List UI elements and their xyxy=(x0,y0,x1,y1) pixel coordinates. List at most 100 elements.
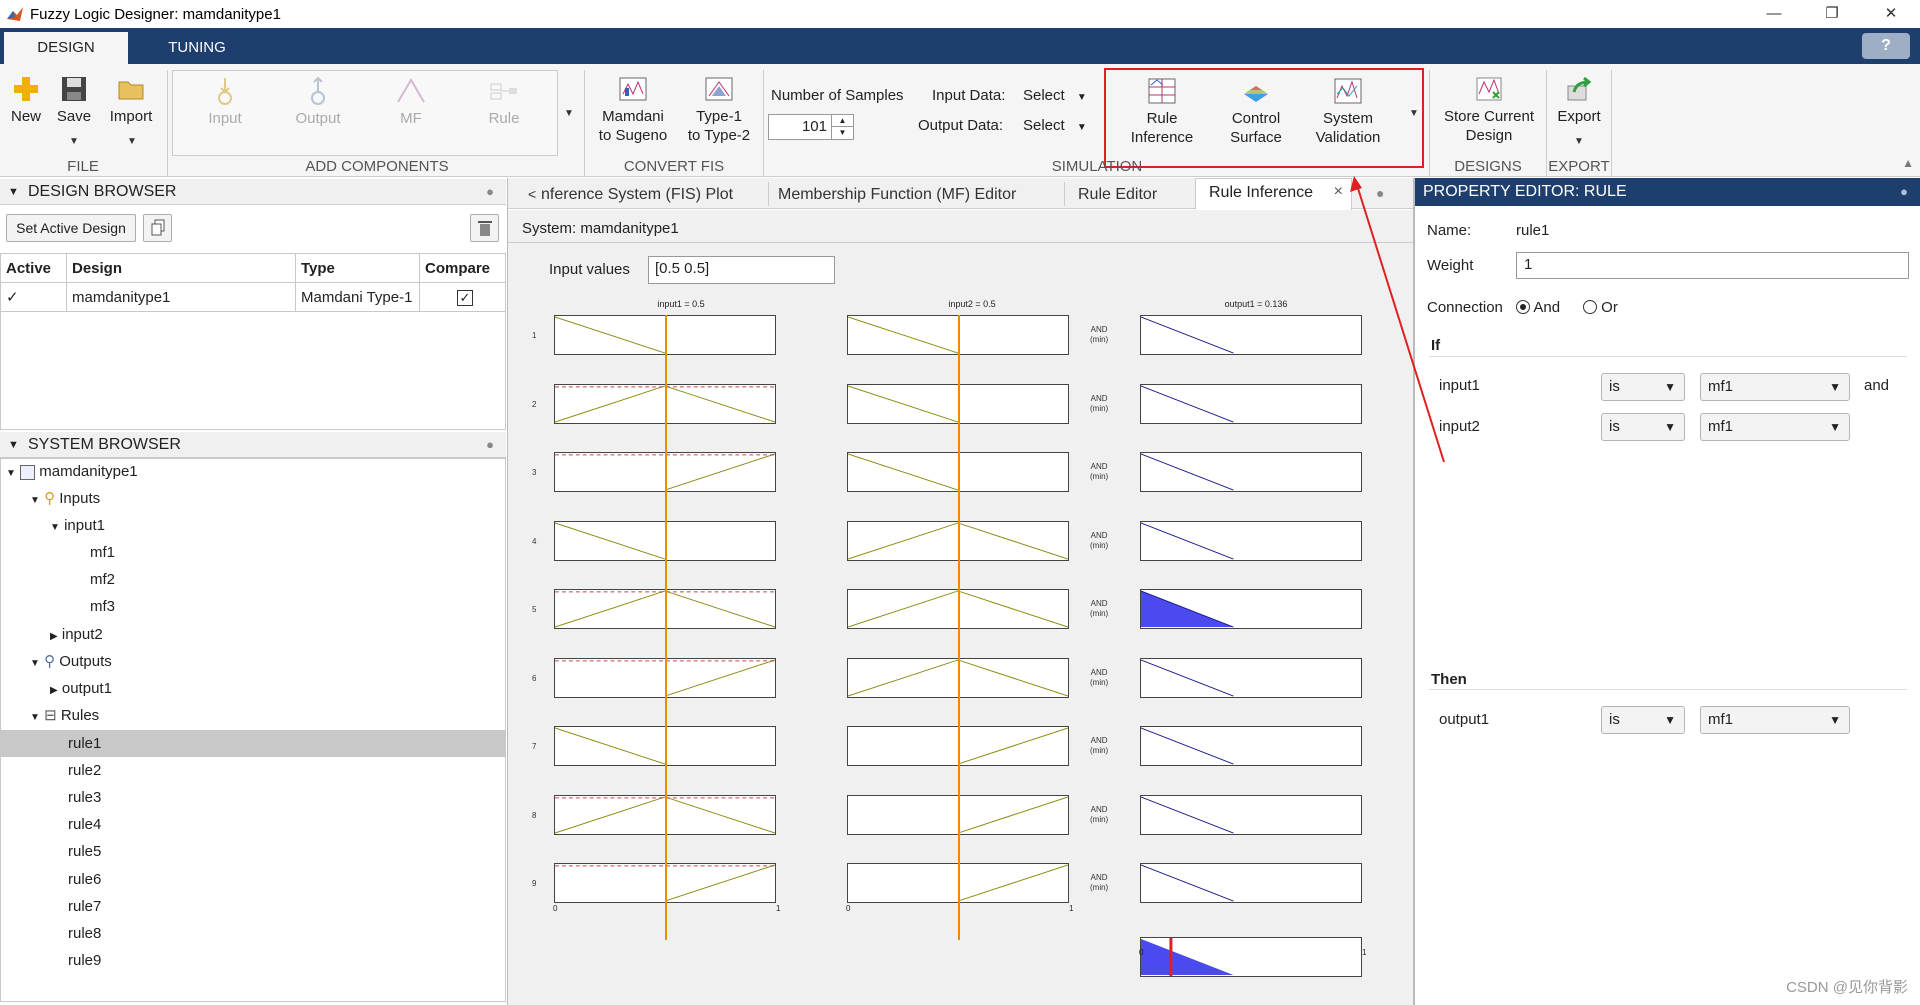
import-button[interactable]: Import xyxy=(102,74,160,126)
tree-rule[interactable]: rule5 xyxy=(68,838,101,865)
min-label: (min) xyxy=(1090,746,1109,755)
input-value-line[interactable] xyxy=(958,315,960,940)
export-button[interactable]: Export xyxy=(1550,74,1608,126)
separator xyxy=(167,70,168,176)
add-mf-label: MF xyxy=(400,110,422,127)
tab-tuning[interactable]: TUNING xyxy=(140,32,254,64)
antecedent-2-mf-select[interactable]: mf1 ▼ xyxy=(1700,413,1850,441)
expand-icon[interactable]: ▶ xyxy=(50,631,58,642)
title-bar: Fuzzy Logic Designer: mamdanitype1 — ❐ ✕ xyxy=(0,0,1920,28)
mf-select-value: mf1 xyxy=(1708,711,1734,728)
antecedent-1-mf-select[interactable]: mf1 ▼ xyxy=(1700,373,1850,401)
tree-input1[interactable]: ▼ input1 xyxy=(50,512,105,539)
add-mf-button[interactable]: MF xyxy=(376,76,446,128)
tree-rule[interactable]: rule2 xyxy=(68,757,101,784)
antecedent-2-is-select[interactable]: is ▼ xyxy=(1601,413,1685,441)
close-button[interactable]: ✕ xyxy=(1868,0,1914,28)
expand-icon[interactable]: ▼ xyxy=(30,658,40,669)
tree-root[interactable]: ▼ mamdanitype1 xyxy=(6,458,138,485)
expand-icon[interactable]: ▼ xyxy=(50,522,60,533)
minimize-button[interactable]: — xyxy=(1751,0,1797,28)
compare-cell[interactable]: ✓ xyxy=(419,282,506,312)
expand-icon[interactable]: ▼ xyxy=(6,468,16,479)
tree-rule[interactable]: rule1 xyxy=(0,730,506,757)
axis-label: 0 xyxy=(846,904,851,913)
panel-menu-icon[interactable]: ● xyxy=(486,179,494,205)
consequent-mf-select[interactable]: mf1 ▼ xyxy=(1700,706,1850,734)
table-row[interactable]: ✓ mamdanitype1 Mamdani Type-1 ✓ xyxy=(0,282,506,312)
expand-icon[interactable]: ▼ xyxy=(30,712,40,723)
rule-number-label: 1 xyxy=(532,331,537,340)
input-value-line[interactable] xyxy=(665,315,667,940)
save-icon xyxy=(62,77,86,101)
tree-mf1[interactable]: mf1 xyxy=(90,539,115,566)
collapse-icon[interactable]: ▼ xyxy=(8,432,19,458)
mamdani-to-sugeno-button[interactable]: Mamdani to Sugeno xyxy=(592,74,674,145)
separator xyxy=(763,70,764,176)
spinner-up-icon[interactable]: ▲ xyxy=(831,115,853,127)
min-label: (min) xyxy=(1090,677,1109,687)
add-rule-button[interactable]: Rule xyxy=(469,76,539,128)
collapse-ribbon-icon[interactable]: ▲ xyxy=(1902,156,1914,170)
save-button[interactable]: Save xyxy=(52,74,96,126)
weight-field[interactable]: 1 xyxy=(1516,252,1909,279)
output1-mf-plot xyxy=(1140,520,1362,561)
samples-spinner[interactable]: 101 ▲ ▼ xyxy=(768,114,854,140)
import-dropdown-icon[interactable]: ▼ xyxy=(127,136,137,147)
tree-rule[interactable]: rule7 xyxy=(68,893,101,920)
input-data-select[interactable]: Select ▼ xyxy=(1023,87,1087,104)
new-icon xyxy=(14,77,38,101)
new-button[interactable]: New xyxy=(4,74,48,126)
chevron-down-icon: ▼ xyxy=(1829,420,1841,434)
tree-output1[interactable]: ▶ output1 xyxy=(50,675,112,702)
antecedent-1-is-select[interactable]: is ▼ xyxy=(1601,373,1685,401)
export-dropdown-icon[interactable]: ▼ xyxy=(1574,136,1584,147)
compare-checkbox[interactable]: ✓ xyxy=(457,289,473,306)
add-output-button[interactable]: Output xyxy=(283,76,353,128)
type1-to-type2-button[interactable]: Type-1 to Type-2 xyxy=(678,74,760,145)
save-dropdown-icon[interactable]: ▼ xyxy=(69,136,79,147)
tree-rule[interactable]: rule8 xyxy=(68,920,101,947)
tab-mf-editor[interactable]: Membership Function (MF) Editor xyxy=(770,181,1024,208)
help-button[interactable]: ? xyxy=(1862,33,1910,59)
tree-rule[interactable]: rule6 xyxy=(68,866,101,893)
mf-curve xyxy=(1140,659,1234,696)
mf-curve xyxy=(664,453,776,491)
tab-fis-plot[interactable]: nference System (FIS) Plot xyxy=(533,181,741,208)
or-radio[interactable]: Or xyxy=(1583,299,1618,316)
expand-icon[interactable]: ▶ xyxy=(50,685,58,696)
add-components-dropdown-icon[interactable]: ▼ xyxy=(564,108,574,119)
tab-rule-editor[interactable]: Rule Editor xyxy=(1070,181,1165,208)
and-radio[interactable]: And xyxy=(1516,299,1560,316)
tree-mf3[interactable]: mf3 xyxy=(90,593,115,620)
tree-input2[interactable]: ▶ input2 xyxy=(50,621,103,648)
copy-design-button[interactable] xyxy=(143,214,172,242)
tree-rule[interactable]: rule9 xyxy=(68,947,101,974)
output-icon xyxy=(311,76,325,105)
tree-outputs[interactable]: ▼ ⚲ Outputs xyxy=(30,648,112,675)
tree-rule[interactable]: rule4 xyxy=(68,811,101,838)
store-current-design-button[interactable]: Store Current Design xyxy=(1434,74,1544,145)
panel-menu-icon[interactable]: ● xyxy=(1900,178,1908,206)
consequent-is-select[interactable]: is ▼ xyxy=(1601,706,1685,734)
mf-curve xyxy=(1140,864,1234,902)
tree-mf2[interactable]: mf2 xyxy=(90,566,115,593)
add-input-button[interactable]: Input xyxy=(190,76,260,128)
restore-button[interactable]: ❐ xyxy=(1809,0,1855,28)
design-table: Active Design Type Compare ✓ mamdanitype… xyxy=(0,253,506,312)
tree-inputs[interactable]: ▼ ⚲ Inputs xyxy=(30,485,100,512)
tab-design[interactable]: DESIGN xyxy=(4,32,128,64)
panel-menu-icon[interactable]: ● xyxy=(486,432,494,458)
collapse-icon[interactable]: ▼ xyxy=(8,179,19,205)
save-label: Save xyxy=(56,108,92,125)
input-values-field[interactable]: [0.5 0.5] xyxy=(648,256,835,284)
expand-icon[interactable]: ▼ xyxy=(30,495,40,506)
spinner-down-icon[interactable]: ▼ xyxy=(831,127,853,139)
output-data-select[interactable]: Select ▼ xyxy=(1023,117,1087,134)
output1-mf-plot-svg xyxy=(1140,796,1234,833)
tree-rule[interactable]: rule3 xyxy=(68,784,101,811)
set-active-design-button[interactable]: Set Active Design xyxy=(6,214,136,242)
tab-rule-inference[interactable]: Rule Inference × xyxy=(1195,178,1352,210)
tree-rules[interactable]: ▼ ⊟ Rules xyxy=(30,702,99,729)
delete-design-button[interactable] xyxy=(470,214,499,242)
